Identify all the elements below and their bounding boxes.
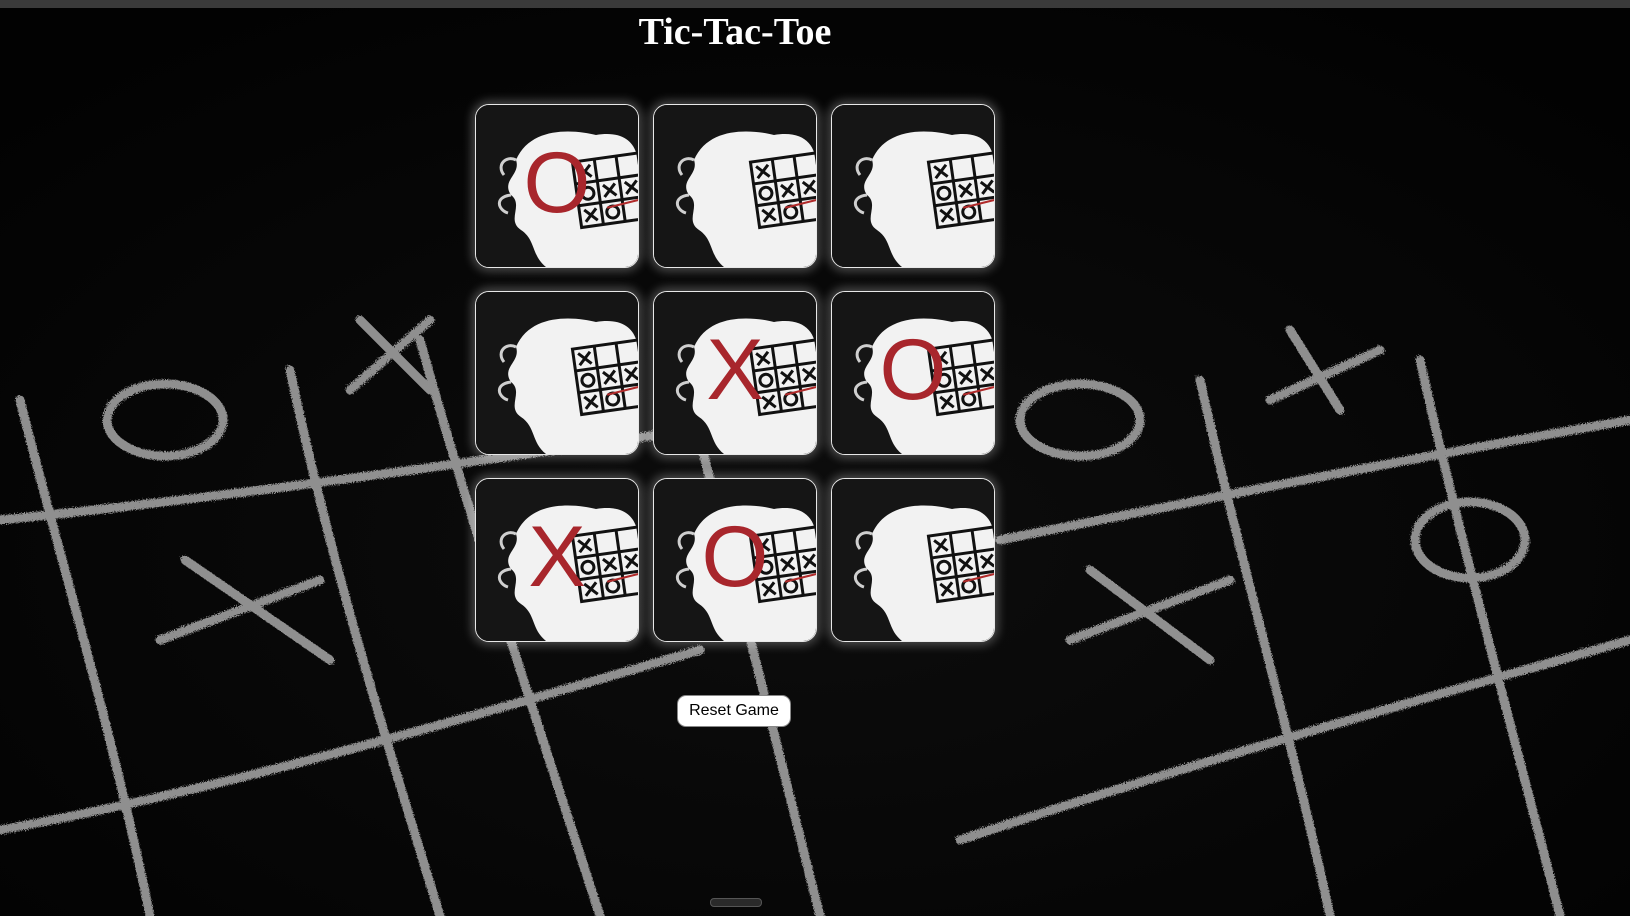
cell-mark	[873, 133, 953, 233]
horizontal-scrollbar-thumb[interactable]	[710, 898, 762, 907]
cell-mark: X	[528, 509, 586, 605]
board-cell-4[interactable]	[475, 291, 639, 455]
cell-mark: O	[523, 135, 591, 231]
board-cell-2[interactable]	[653, 104, 817, 268]
board-cell-3[interactable]	[831, 104, 995, 268]
board-cell-6[interactable]: O	[831, 291, 995, 455]
cell-mark: O	[879, 322, 947, 418]
board-cell-7[interactable]: X	[475, 478, 639, 642]
cell-mark	[517, 320, 597, 420]
board-cell-9[interactable]	[831, 478, 995, 642]
game-board: O X O X O	[475, 104, 997, 644]
cell-mark	[873, 507, 953, 607]
cell-mark: X	[706, 322, 764, 418]
board-cell-8[interactable]: O	[653, 478, 817, 642]
browser-top-strip	[0, 0, 1630, 8]
board-cell-1[interactable]: O	[475, 104, 639, 268]
cell-mark	[695, 133, 775, 233]
reset-game-button[interactable]: Reset Game	[677, 695, 791, 727]
app-viewport: Tic-Tac-Toe O X O X O Reset Game	[0, 0, 1630, 916]
cell-mark: O	[701, 509, 769, 605]
page-title: Tic-Tac-Toe	[638, 11, 832, 53]
board-cell-5[interactable]: X	[653, 291, 817, 455]
